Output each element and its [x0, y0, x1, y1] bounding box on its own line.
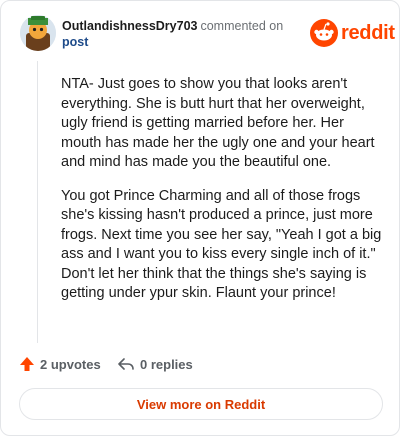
comment-body: NTA- Just goes to show you that looks ar… [61, 75, 383, 318]
comment-paragraph: You got Prince Charming and all of those… [61, 187, 382, 302]
reddit-logo[interactable]: reddit [310, 19, 395, 47]
author-line: OutlandishnessDry703 commented on [62, 18, 283, 34]
embedded-comment-card: OutlandishnessDry703 commented on post re… [0, 0, 400, 436]
author-name[interactable]: OutlandishnessDry703 [62, 19, 197, 33]
comment-actions: 2 upvotes 0 replies [19, 353, 379, 377]
upvote-count: 2 upvotes [40, 356, 101, 372]
reply-count: 0 replies [140, 356, 193, 372]
avatar[interactable] [20, 15, 56, 51]
view-more-button[interactable]: View more on Reddit [19, 388, 383, 420]
comment-paragraph: NTA- Just goes to show you that looks ar… [61, 76, 375, 170]
thread-line [37, 61, 38, 343]
snoo-avatar-icon [20, 15, 56, 51]
reply-button[interactable]: 0 replies [117, 353, 193, 375]
upvote-button[interactable]: 2 upvotes [19, 353, 101, 375]
reddit-snoo-icon [310, 19, 338, 47]
comment-header: OutlandishnessDry703 commented on post re… [20, 15, 395, 55]
post-link[interactable]: post [62, 35, 88, 49]
commented-on-text: commented on [200, 19, 284, 33]
upvote-arrow-icon [20, 357, 34, 371]
reddit-wordmark: reddit [341, 22, 395, 44]
reply-arrow-icon [118, 358, 134, 370]
